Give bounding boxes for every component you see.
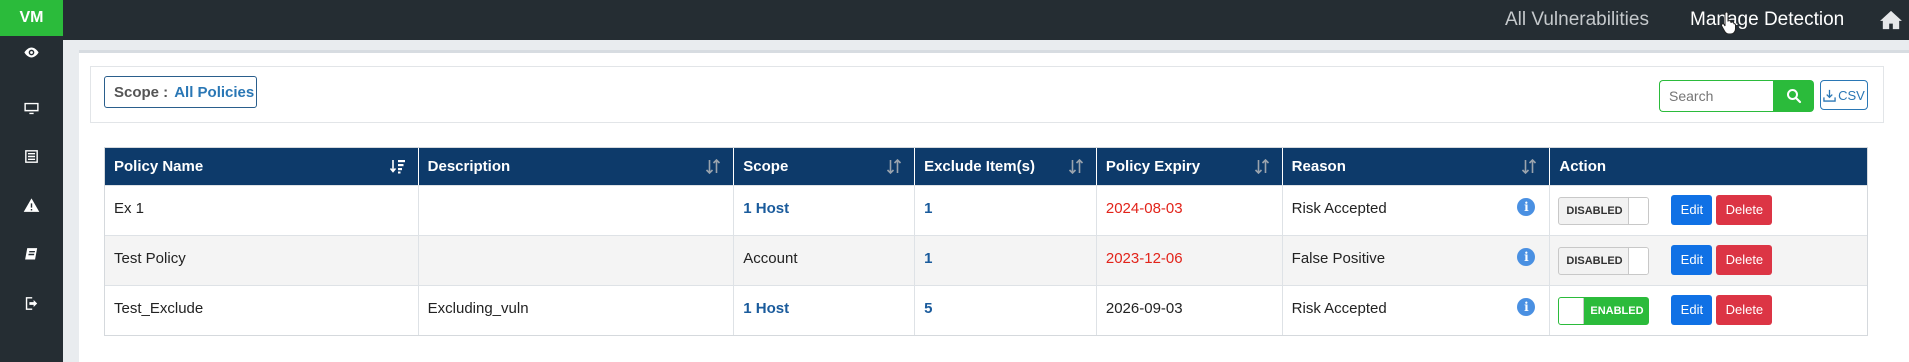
search-button[interactable] (1773, 80, 1814, 112)
home-button[interactable] (1880, 10, 1902, 30)
mouse-cursor-icon (1720, 12, 1736, 34)
info-icon[interactable]: i (1517, 198, 1536, 216)
column-header-reason[interactable]: Reason (1283, 148, 1551, 185)
status-toggle[interactable]: ENABLED (1558, 297, 1650, 325)
cell-description: Excluding_vuln (419, 286, 735, 335)
sort-icon[interactable] (1068, 159, 1084, 174)
sort-icon[interactable] (705, 159, 721, 174)
home-icon (1880, 10, 1902, 30)
filter-bar (90, 66, 1884, 123)
search-input[interactable] (1659, 80, 1774, 112)
app-logo[interactable]: VM (0, 0, 63, 36)
nav-manage-detection[interactable]: Manage Detection (1690, 0, 1844, 40)
sidebar-item-overview[interactable] (0, 32, 63, 72)
sort-desc-icon[interactable] (389, 159, 406, 174)
cell-policy-expiry: 2024-08-03 (1105, 200, 1183, 217)
sidebar: VM (0, 0, 63, 362)
logout-icon (25, 296, 38, 310)
cell-action: DISABLED Edit Delete (1550, 236, 1867, 285)
sidebar-item-vulnerabilities[interactable] (0, 185, 63, 225)
cell-policy-expiry: 2023-12-06 (1105, 250, 1183, 267)
book-icon (25, 247, 38, 259)
monitor-icon (24, 102, 39, 114)
edit-button[interactable]: Edit (1671, 295, 1713, 325)
delete-button[interactable]: Delete (1716, 295, 1773, 325)
exclude-items-link[interactable]: 5 (924, 300, 932, 317)
scope-label: Scope : (114, 83, 169, 101)
column-header-description[interactable]: Description (419, 148, 735, 185)
edit-button[interactable]: Edit (1671, 195, 1713, 225)
sidebar-item-reports[interactable] (0, 136, 63, 176)
cell-reason: False Positive (1291, 250, 1386, 267)
top-navigation: All Vulnerabilities Manage Detection (63, 0, 1909, 40)
scope-selector[interactable]: Scope : All Policies (104, 76, 257, 108)
cell-action: DISABLED Edit Delete (1550, 186, 1867, 235)
table-row: Test_Exclude Excluding_vuln 1 Host 5 202… (105, 285, 1867, 335)
sidebar-item-logout[interactable] (0, 283, 63, 323)
table-row: Test Policy Account 1 2023-12-06 False P… (105, 235, 1867, 285)
search-icon (1786, 89, 1801, 104)
scope-value: All Policies (174, 83, 255, 101)
cell-scope: Account (743, 250, 798, 267)
sort-icon[interactable] (1521, 159, 1537, 174)
download-icon (1823, 89, 1836, 102)
status-toggle[interactable]: DISABLED (1558, 247, 1650, 275)
scope-link[interactable]: 1 Host (743, 300, 789, 317)
cell-description (419, 186, 735, 235)
cell-policy-name: Test_Exclude (105, 286, 419, 335)
column-header-scope[interactable]: Scope (734, 148, 916, 185)
sidebar-item-assets[interactable] (0, 88, 63, 128)
status-toggle[interactable]: DISABLED (1558, 197, 1650, 225)
column-header-policy-name[interactable]: Policy Name (105, 148, 419, 185)
warning-icon (23, 197, 40, 212)
cell-description (419, 236, 735, 285)
nav-all-vulnerabilities[interactable]: All Vulnerabilities (1505, 0, 1649, 40)
list-icon (25, 149, 38, 163)
csv-label: CSV (1838, 87, 1865, 103)
cell-policy-expiry: 2026-09-03 (1105, 300, 1183, 317)
cell-action: ENABLED Edit Delete (1550, 286, 1867, 335)
cell-policy-name: Ex 1 (105, 186, 419, 235)
column-header-policy-expiry[interactable]: Policy Expiry (1097, 148, 1283, 185)
csv-export-button[interactable]: CSV (1820, 80, 1868, 110)
column-header-exclude-items[interactable]: Exclude Item(s) (915, 148, 1097, 185)
table-row: Ex 1 1 Host 1 2024-08-03 Risk Accepted i… (105, 185, 1867, 235)
cell-policy-name: Test Policy (105, 236, 419, 285)
delete-button[interactable]: Delete (1716, 245, 1773, 275)
table-header: Policy Name Description Scope Exclude It… (105, 148, 1867, 185)
exclude-items-link[interactable]: 1 (924, 250, 932, 267)
info-icon[interactable]: i (1517, 248, 1536, 266)
scope-link[interactable]: 1 Host (743, 200, 789, 217)
edit-button[interactable]: Edit (1671, 245, 1713, 275)
sidebar-item-docs[interactable] (0, 234, 63, 274)
policy-table: Policy Name Description Scope Exclude It… (104, 147, 1868, 336)
cell-reason: Risk Accepted (1291, 200, 1387, 217)
eye-icon (24, 47, 39, 57)
sort-icon[interactable] (1254, 159, 1270, 174)
info-icon[interactable]: i (1517, 298, 1536, 316)
column-header-action: Action (1559, 158, 1607, 175)
exclude-items-link[interactable]: 1 (924, 200, 932, 217)
cell-reason: Risk Accepted (1291, 300, 1387, 317)
delete-button[interactable]: Delete (1716, 195, 1773, 225)
sort-icon[interactable] (886, 159, 902, 174)
